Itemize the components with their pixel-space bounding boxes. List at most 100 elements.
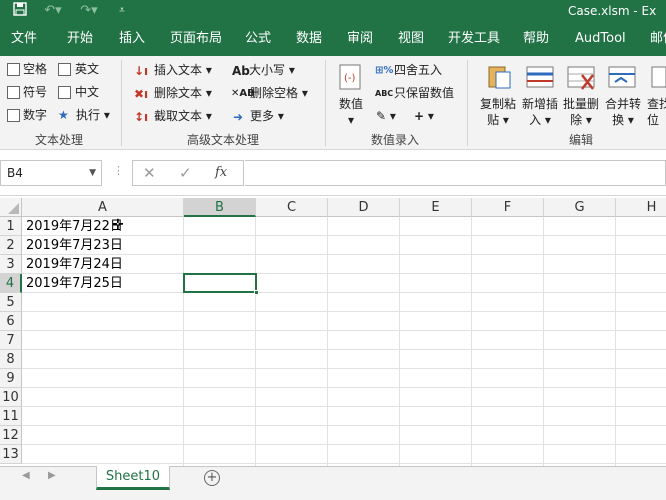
status-bar bbox=[0, 490, 666, 500]
fill-handle[interactable] bbox=[254, 290, 259, 295]
tab-developer[interactable]: 开发工具 bbox=[448, 22, 500, 56]
column-header-a[interactable]: A bbox=[22, 198, 184, 217]
column-header-b[interactable]: B bbox=[184, 198, 256, 217]
insert-function-icon[interactable]: fx bbox=[215, 165, 227, 180]
gridline bbox=[22, 444, 666, 445]
checkbox-space[interactable] bbox=[7, 63, 20, 76]
insert-rows-icon bbox=[525, 62, 555, 92]
formula-buttons: ✕ ✓ fx bbox=[132, 160, 244, 186]
scroll-left-icon[interactable]: ◀ bbox=[22, 470, 30, 481]
save-icon[interactable] bbox=[12, 2, 28, 20]
formula-bar: B4 ▼ ⋮ ✕ ✓ fx bbox=[0, 150, 666, 196]
confirm-icon[interactable]: ✓ bbox=[179, 164, 192, 182]
chevron-down-icon[interactable]: ▼ bbox=[89, 161, 96, 185]
active-cell-b4[interactable] bbox=[183, 273, 259, 295]
group-label-advanced-text: 高级文本处理 bbox=[186, 133, 259, 147]
row-header[interactable]: 1 bbox=[0, 217, 22, 236]
vertical-dots-icon: ⋮ bbox=[113, 164, 124, 177]
add-sheet-icon[interactable]: + bbox=[204, 470, 220, 486]
keep-values-button[interactable]: 只保留数值 bbox=[394, 83, 454, 103]
checkbox-chinese[interactable] bbox=[58, 86, 71, 99]
tab-help[interactable]: 帮助 bbox=[523, 22, 549, 56]
case-button[interactable]: 大小写 ▾ bbox=[249, 60, 295, 80]
batch-delete-button[interactable]: 批量删除 ▾ bbox=[561, 96, 601, 128]
gridline bbox=[22, 463, 666, 464]
sheet-tab-bar: ◀ ▶ Sheet10 + bbox=[0, 466, 666, 490]
undo-icon[interactable]: ↶▾ bbox=[44, 2, 62, 20]
row-header[interactable]: 6 bbox=[0, 312, 22, 331]
execute-button[interactable]: 执行 ▾ bbox=[76, 105, 110, 125]
ribbon-tabs: 文件 开始 插入 页面布局 公式 数据 审阅 视图 开发工具 帮助 AudToo… bbox=[0, 22, 666, 56]
sheet-tab-active[interactable]: Sheet10 bbox=[96, 466, 170, 490]
row-header[interactable]: 8 bbox=[0, 350, 22, 369]
more-icon: ➜ bbox=[233, 110, 244, 124]
copy-paste-button[interactable]: 复制粘贴 ▾ bbox=[478, 96, 518, 128]
find-button[interactable]: 查找位 bbox=[647, 96, 666, 128]
row-header[interactable]: 7 bbox=[0, 331, 22, 350]
cell-a2[interactable]: 2019年7月23日 bbox=[26, 236, 123, 255]
column-header-g[interactable]: G bbox=[544, 198, 616, 217]
scroll-right-icon[interactable]: ▶ bbox=[48, 470, 56, 481]
cancel-icon[interactable]: ✕ bbox=[143, 164, 156, 182]
tab-insert[interactable]: 插入 bbox=[119, 22, 145, 56]
row-header[interactable]: 4 bbox=[0, 274, 22, 293]
add-dropdown-button[interactable]: + ▾ bbox=[414, 106, 434, 126]
checkbox-symbol[interactable] bbox=[7, 86, 20, 99]
name-box[interactable]: B4 ▼ bbox=[0, 160, 102, 186]
merge-convert-icon bbox=[607, 62, 637, 92]
tab-file[interactable]: 文件 bbox=[11, 22, 37, 56]
formula-input[interactable] bbox=[245, 160, 666, 186]
tab-formulas[interactable]: 公式 bbox=[245, 22, 271, 56]
merge-convert-button[interactable]: 合并转换 ▾ bbox=[603, 96, 643, 128]
cell-a4[interactable]: 2019年7月25日 bbox=[26, 274, 123, 293]
insert-text-button[interactable]: 插入文本 ▾ bbox=[154, 60, 212, 80]
column-header-e[interactable]: E bbox=[400, 198, 472, 217]
column-header-c[interactable]: C bbox=[256, 198, 328, 217]
tab-review[interactable]: 审阅 bbox=[347, 22, 373, 56]
more-button[interactable]: 更多 ▾ bbox=[250, 106, 284, 126]
round-button[interactable]: 四舍五入 bbox=[394, 60, 442, 80]
row-header[interactable]: 2 bbox=[0, 236, 22, 255]
row-header[interactable]: 10 bbox=[0, 388, 22, 407]
batch-delete-icon bbox=[566, 62, 596, 92]
customize-icon[interactable]: ⩡ bbox=[116, 2, 128, 20]
tab-home[interactable]: 开始 bbox=[67, 22, 93, 56]
select-all-corner[interactable] bbox=[0, 198, 22, 217]
gridline bbox=[22, 406, 666, 407]
tab-data[interactable]: 数据 bbox=[296, 22, 322, 56]
row-header[interactable]: 3 bbox=[0, 255, 22, 274]
keep-values-icon: ABC bbox=[375, 89, 394, 98]
label-number: 数字 bbox=[23, 108, 48, 122]
cell-a3[interactable]: 2019年7月24日 bbox=[26, 255, 123, 274]
extract-text-button[interactable]: 截取文本 ▾ bbox=[154, 106, 212, 126]
insert-rows-button[interactable]: 新增插入 ▾ bbox=[520, 96, 560, 128]
row-header[interactable]: 11 bbox=[0, 407, 22, 426]
column-header-h[interactable]: H bbox=[616, 198, 666, 217]
tab-mail[interactable]: 邮件 bbox=[650, 22, 666, 56]
column-header-f[interactable]: F bbox=[472, 198, 544, 217]
tab-page-layout[interactable]: 页面布局 bbox=[170, 22, 222, 56]
tab-audtool[interactable]: AudTool bbox=[575, 22, 626, 56]
copy-paste-icon bbox=[484, 62, 514, 92]
label-symbol: 符号 bbox=[23, 85, 48, 99]
round-icon: ⊞% bbox=[375, 65, 394, 76]
checkbox-english[interactable] bbox=[58, 63, 71, 76]
remove-space-button[interactable]: 删除空格 ▾ bbox=[250, 83, 308, 103]
value-button[interactable]: 数值 ▾ bbox=[336, 96, 366, 128]
gridline bbox=[22, 368, 666, 369]
checkbox-number[interactable] bbox=[7, 109, 20, 122]
row-header[interactable]: 12 bbox=[0, 426, 22, 445]
group-label-edit: 编辑 bbox=[568, 133, 593, 147]
delete-text-button[interactable]: 删除文本 ▾ bbox=[154, 83, 212, 103]
column-header-d[interactable]: D bbox=[328, 198, 400, 217]
edit-dropdown-button[interactable]: ✎ ▾ bbox=[376, 106, 396, 126]
cursor-icon: ✛ bbox=[112, 217, 124, 233]
worksheet-grid[interactable]: A B C D E F G H 1 2 3 4 5 6 7 8 9 10 11 … bbox=[0, 198, 666, 466]
cell-a1[interactable]: 2019年7月22日 bbox=[26, 217, 123, 236]
tab-view[interactable]: 视图 bbox=[398, 22, 424, 56]
row-header[interactable]: 5 bbox=[0, 293, 22, 312]
insert-text-icon: ↓ı bbox=[134, 64, 149, 78]
row-header[interactable]: 9 bbox=[0, 369, 22, 388]
row-header[interactable]: 13 bbox=[0, 445, 22, 464]
redo-icon[interactable]: ↷▾ bbox=[80, 2, 98, 20]
